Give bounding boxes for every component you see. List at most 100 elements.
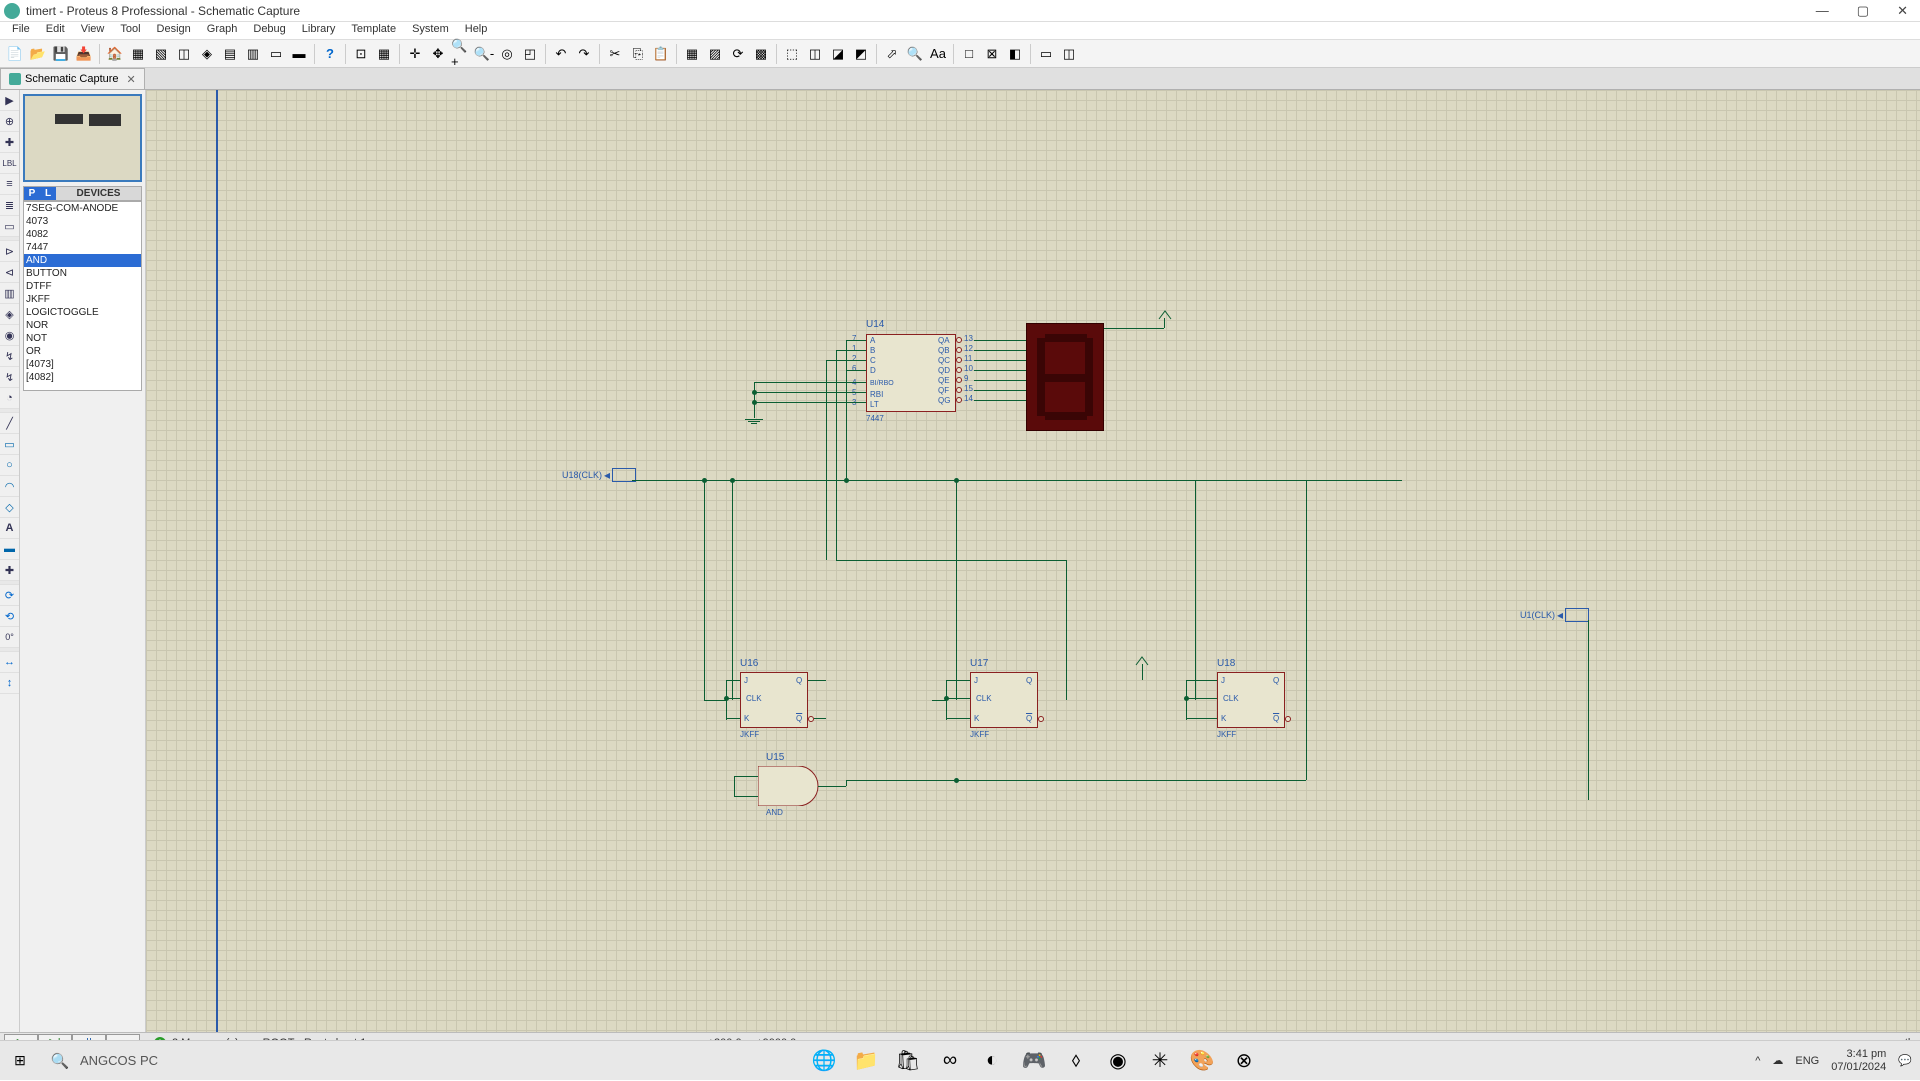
zoom-out-icon[interactable]: 🔍- — [473, 43, 495, 65]
schematic-icon[interactable]: ▦ — [127, 43, 149, 65]
tab-close-icon[interactable]: ✕ — [127, 73, 136, 86]
language-indicator[interactable]: ENG — [1795, 1055, 1819, 1067]
device-item[interactable]: OR — [24, 345, 141, 358]
grid-lines-icon[interactable]: ▦ — [373, 43, 395, 65]
device-item[interactable]: 4082 — [24, 228, 141, 241]
redo-icon[interactable]: ↷ — [573, 43, 595, 65]
junction-tool[interactable]: ✚ — [0, 132, 19, 153]
device-item[interactable]: NOR — [24, 319, 141, 332]
menu-help[interactable]: Help — [457, 22, 496, 39]
path-tool[interactable]: ◇ — [0, 497, 19, 518]
menu-graph[interactable]: Graph — [199, 22, 246, 39]
flip-v-tool[interactable]: ↕ — [0, 673, 19, 694]
discord-icon[interactable]: 🎮 — [1020, 1047, 1048, 1075]
label-tool[interactable]: LBL — [0, 153, 19, 174]
subcircuit-tool[interactable]: ▭ — [0, 216, 19, 237]
search-text[interactable]: ANGCOS PC — [80, 1053, 158, 1068]
3d-icon[interactable]: ◫ — [173, 43, 195, 65]
open-icon[interactable]: 📂 — [27, 43, 49, 65]
component-tool[interactable]: ⊕ — [0, 111, 19, 132]
bill-icon[interactable]: ▭ — [1035, 43, 1057, 65]
device-item[interactable]: [4082] — [24, 371, 141, 384]
libraries-button[interactable]: L — [40, 187, 56, 200]
cut-icon[interactable]: ✂ — [604, 43, 626, 65]
power-terminal[interactable] — [1158, 310, 1172, 320]
origin-icon[interactable]: ✛ — [404, 43, 426, 65]
generator-tool[interactable]: ◉ — [0, 325, 19, 346]
menu-edit[interactable]: Edit — [38, 22, 73, 39]
menu-view[interactable]: View — [73, 22, 113, 39]
marker-tool[interactable]: ✚ — [0, 560, 19, 581]
schematic-canvas[interactable]: U14 7447 7 A 1 B 2 C 6 D 4 BI/RBO 5 RBI … — [146, 90, 1920, 1079]
delete-sheet-icon[interactable]: ⊠ — [981, 43, 1003, 65]
device-item[interactable]: NOT — [24, 332, 141, 345]
menu-debug[interactable]: Debug — [245, 22, 293, 39]
pick-icon[interactable]: ⬚ — [781, 43, 803, 65]
clock-probe-u1[interactable]: U1(CLK) ◂ — [1520, 608, 1589, 622]
device-item[interactable]: LOGICTOGGLE — [24, 306, 141, 319]
overview-window[interactable] — [23, 94, 142, 182]
symbol-tool[interactable]: ▬ — [0, 539, 19, 560]
exit-sheet-icon[interactable]: ◧ — [1004, 43, 1026, 65]
block-rotate-icon[interactable]: ⟳ — [727, 43, 749, 65]
explorer-icon[interactable]: 📁 — [852, 1047, 880, 1075]
device-pin-tool[interactable]: ⊲ — [0, 262, 19, 283]
rotate-ccw-tool[interactable]: ⟲ — [0, 606, 19, 627]
package-icon[interactable]: ◪ — [827, 43, 849, 65]
pan-icon[interactable]: ✥ — [427, 43, 449, 65]
menu-design[interactable]: Design — [149, 22, 199, 39]
tab-schematic-capture[interactable]: Schematic Capture ✕ — [0, 68, 145, 89]
ground-terminal[interactable] — [745, 404, 763, 425]
probe-v-tool[interactable]: ↯ — [0, 346, 19, 367]
flip-h-tool[interactable]: ↔ — [0, 652, 19, 673]
paste-icon[interactable]: 📋 — [650, 43, 672, 65]
instrument-tool[interactable]: ◔ — [0, 388, 19, 409]
copy-icon[interactable]: ⎘ — [627, 43, 649, 65]
store-icon[interactable]: 🛍 — [894, 1047, 922, 1075]
menu-library[interactable]: Library — [294, 22, 344, 39]
print-icon[interactable]: ▬ — [288, 43, 310, 65]
menu-system[interactable]: System — [404, 22, 457, 39]
rotate-cw-tool[interactable]: ⟳ — [0, 585, 19, 606]
edge-icon[interactable]: 🌐 — [810, 1047, 838, 1075]
menu-template[interactable]: Template — [343, 22, 404, 39]
close-button[interactable]: ✕ — [1897, 3, 1908, 19]
u15-and-gate[interactable] — [758, 766, 838, 809]
device-list[interactable]: 7SEG-COM-ANODE407340827447ANDBUTTONDTFFJ… — [23, 201, 142, 391]
device-item[interactable]: [4073] — [24, 358, 141, 371]
tape-tool[interactable]: ◈ — [0, 304, 19, 325]
decompose-icon[interactable]: ◩ — [850, 43, 872, 65]
notifications-icon[interactable]: 💬 — [1898, 1054, 1912, 1067]
vscode-icon[interactable]: ⬨ — [1062, 1047, 1090, 1075]
block-copy-icon[interactable]: ▦ — [681, 43, 703, 65]
pick-devices-button[interactable]: P — [24, 187, 40, 200]
help-icon[interactable]: ? — [319, 43, 341, 65]
save-icon[interactable]: 💾 — [50, 43, 72, 65]
code-icon[interactable]: ▥ — [242, 43, 264, 65]
wire-autoroute-icon[interactable]: ⬀ — [881, 43, 903, 65]
device-item[interactable]: 7SEG-COM-ANODE — [24, 202, 141, 215]
pcb-icon[interactable]: ▧ — [150, 43, 172, 65]
visual-studio-icon[interactable]: ∞ — [936, 1047, 964, 1075]
bom-icon[interactable]: ▤ — [219, 43, 241, 65]
zoom-area-icon[interactable]: ◰ — [519, 43, 541, 65]
clock[interactable]: 3:41 pm 07/01/2024 — [1831, 1048, 1886, 1074]
clock-probe-u18[interactable]: U18(CLK) ◂ — [562, 468, 636, 482]
device-item[interactable]: AND — [24, 254, 141, 267]
eclipse-icon[interactable]: ◐ — [978, 1047, 1006, 1075]
text2d-tool[interactable]: A — [0, 518, 19, 539]
circle-tool[interactable]: ○ — [0, 455, 19, 476]
tray-chevron-icon[interactable]: ^ — [1755, 1055, 1760, 1067]
graph-tool[interactable]: ▥ — [0, 283, 19, 304]
app-icon[interactable]: ⊗ — [1230, 1047, 1258, 1075]
start-button[interactable]: ⊞ — [0, 1041, 40, 1081]
device-item[interactable]: DTFF — [24, 280, 141, 293]
arc-tool[interactable]: ◠ — [0, 476, 19, 497]
selection-tool[interactable]: ▶ — [0, 90, 19, 111]
paint-icon[interactable]: 🎨 — [1188, 1047, 1216, 1075]
make-icon[interactable]: ◫ — [804, 43, 826, 65]
property-icon[interactable]: Aa — [927, 43, 949, 65]
search-icon[interactable]: 🔍 — [904, 43, 926, 65]
device-item[interactable]: 7447 — [24, 241, 141, 254]
minimize-button[interactable]: — — [1816, 3, 1829, 19]
